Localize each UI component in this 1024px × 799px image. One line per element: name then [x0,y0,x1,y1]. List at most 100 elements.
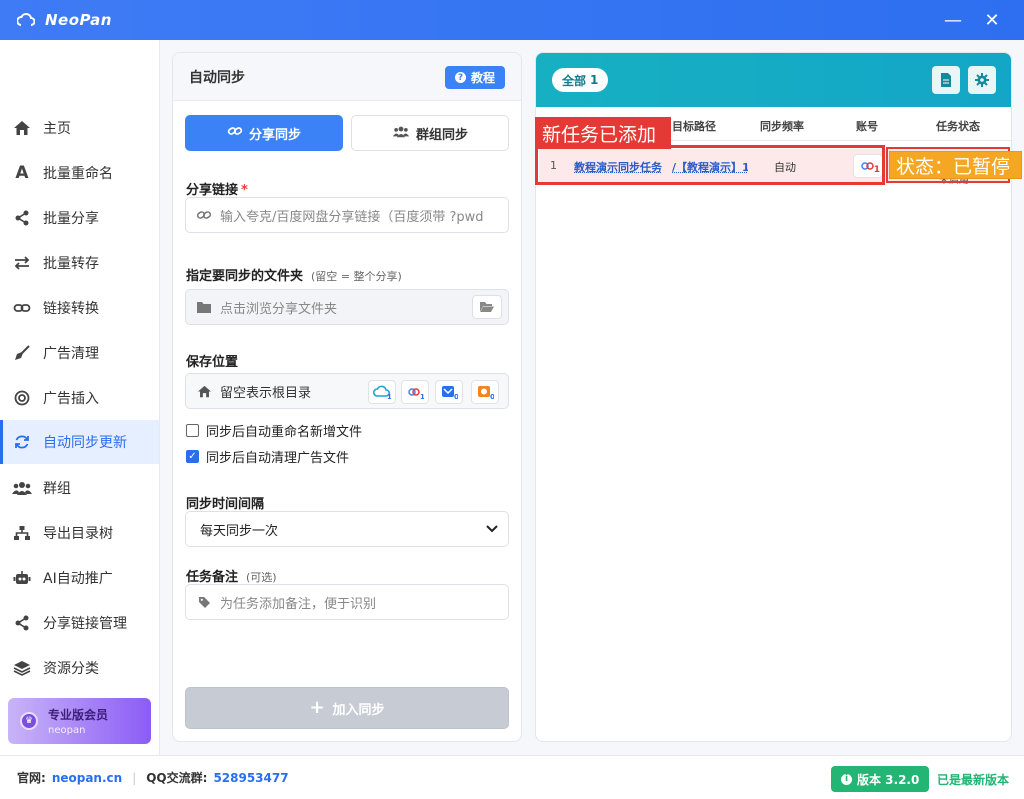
sidebar-item-label: AI自动推广 [43,571,113,587]
sidebar-item-link-convert[interactable]: 链接转换 [0,286,159,330]
interval-select[interactable]: 每天同步一次 [185,511,509,547]
task-list-header: 全部 1 [536,53,1011,107]
folder-icon [196,301,212,313]
sidebar-item-ad-insert[interactable]: 广告插入 [0,376,159,420]
svg-text:0: 0 [490,393,494,399]
account-button[interactable]: 1 [853,154,883,178]
minimize-button[interactable]: — [933,0,973,40]
sidebar-item-label: 分享链接管理 [43,616,127,632]
baidu-drive-button[interactable]: 1 [401,380,429,404]
folder-browse-input[interactable]: 点击浏览分享文件夹 [185,289,509,325]
sidebar-item-auto-sync[interactable]: 自动同步更新 [0,420,159,464]
qq-group-link[interactable]: 528953477 [213,771,288,785]
sidebar-item-batch-share[interactable]: 批量分享 [0,196,159,240]
save-location-input[interactable]: 留空表示根目录 1 1 0 0 [185,373,509,409]
robot-icon [12,568,32,588]
app-title: NeoPan [45,11,112,29]
sync-form-panel: 自动同步 ? 教程 分享同步 群组同步 分享链接 * 输入夸克/百度网盘分享链接（… [172,52,522,742]
svg-text:0: 0 [454,393,458,399]
task-name-link[interactable]: 教程演示同步任务 [574,159,662,175]
panel-title: 自动同步 [189,69,245,86]
folder-open-icon [480,302,494,312]
checkbox-box[interactable] [186,424,199,437]
log-button[interactable] [932,66,960,94]
tab-share-sync[interactable]: 分享同步 [185,115,343,151]
target-path-link[interactable]: /【教程演示】1 [672,159,748,175]
tab-label: 分享同步 [248,127,301,143]
transfer-icon [12,253,32,273]
note-input[interactable]: 为任务添加备注，便于识别 [185,584,509,620]
sidebar-item-share-link-manage[interactable]: 分享链接管理 [0,601,159,645]
sidebar-item-ad-clean[interactable]: 广告清理 [0,331,159,375]
sidebar-item-label: 广告清理 [43,346,99,362]
target-icon [12,388,32,408]
close-button[interactable]: ✕ [972,0,1012,40]
note-placeholder: 为任务添加备注，便于识别 [220,596,377,612]
save-location-placeholder: 留空表示根目录 [220,385,312,401]
sidebar-item-label: 主页 [43,121,71,137]
sidebar-item-home[interactable]: 主页 [0,106,159,150]
panel-header: 自动同步 ? 教程 [173,53,521,101]
sidebar-item-ai-promote[interactable]: AI自动推广 [0,556,159,600]
quark-drive-button[interactable]: 1 [368,380,396,404]
layers-icon [12,658,32,678]
uc-drive-button[interactable]: 0 [471,380,499,404]
sync-icon [12,432,32,452]
svg-text:1: 1 [387,393,391,399]
sync-frequency: 自动 [774,161,796,174]
column-header: 同步频率 [760,120,804,133]
sidebar: 主页 A 批量重命名 批量分享 批量转存 链接转换 广告清理 广告插入 自动同步… [0,40,160,755]
crown-icon: ♛ [20,712,38,730]
pro-member-card[interactable]: ♛ 专业版会员 neopan [8,698,151,744]
settings-button[interactable] [968,66,996,94]
home-icon [12,118,32,138]
version-button[interactable]: i 版本 3.2.0 [831,766,930,792]
sidebar-item-label: 群组 [43,481,71,497]
add-sync-label: 加入同步 [332,702,385,718]
sidebar-item-export-tree[interactable]: 导出目录树 [0,511,159,555]
sidebar-item-batch-rename[interactable]: A 批量重命名 [0,151,159,195]
qq-label: QQ交流群: [146,771,208,785]
folder-label: 指定要同步的文件夹 (留空 = 整个分享) [186,269,402,284]
link-icon [196,209,212,221]
folder-open-button[interactable] [472,295,502,319]
pro-title: 专业版会员 [48,708,109,722]
tutorial-button[interactable]: ? 教程 [444,66,505,89]
sidebar-item-group[interactable]: 群组 [0,466,159,510]
plus-icon: + [309,697,325,718]
filter-all-badge[interactable]: 全部 1 [552,68,609,92]
pro-user: neopan [48,725,86,736]
checkbox-label: 同步后自动清理广告文件 [206,451,350,466]
chevron-down-icon [486,523,498,538]
cloud-drive-icon: 1 [373,385,391,399]
link-icon [12,298,32,318]
baidu-cloud-icon: 1 [408,388,424,399]
save-location-label: 保存位置 [186,355,239,370]
sidebar-item-resource-category[interactable]: 资源分类 [0,646,159,690]
site-link[interactable]: neopan.cn [52,771,122,785]
add-sync-button[interactable]: + 加入同步 [185,687,509,729]
sidebar-item-label: 资源分类 [43,661,99,677]
info-icon: i [841,773,852,785]
auto-clean-ad-checkbox[interactable]: ✓ 同步后自动清理广告文件 [186,447,349,466]
column-header: 任务状态 [936,120,980,133]
share-link-input[interactable]: 输入夸克/百度网盘分享链接（百度须带 ?pwd [185,197,509,233]
share-link-icon [12,613,32,633]
link-icon [227,125,243,141]
auto-rename-checkbox[interactable]: 同步后自动重命名新增文件 [186,421,362,440]
account-count: 1 [873,165,880,175]
sidebar-item-label: 自动同步更新 [43,435,127,451]
sidebar-item-batch-transfer[interactable]: 批量转存 [0,241,159,285]
cloud-139-button[interactable]: 0 [435,380,463,404]
checkbox-box-checked[interactable]: ✓ [186,450,199,463]
uc-icon: 0 [478,386,494,399]
site-label: 官网: [17,771,46,785]
new-task-annotation: 新任务已添加 [535,117,671,149]
text-a-icon: A [15,163,29,183]
sidebar-item-label: 导出目录树 [43,526,113,542]
sidebar-item-label: 批量重命名 [43,166,113,182]
tab-group-sync[interactable]: 群组同步 [351,115,509,151]
group-icon [392,125,410,142]
home-icon [196,385,212,398]
status-bar: 官网: neopan.cn | QQ交流群: 528953477 i 版本 3.… [0,755,1024,799]
